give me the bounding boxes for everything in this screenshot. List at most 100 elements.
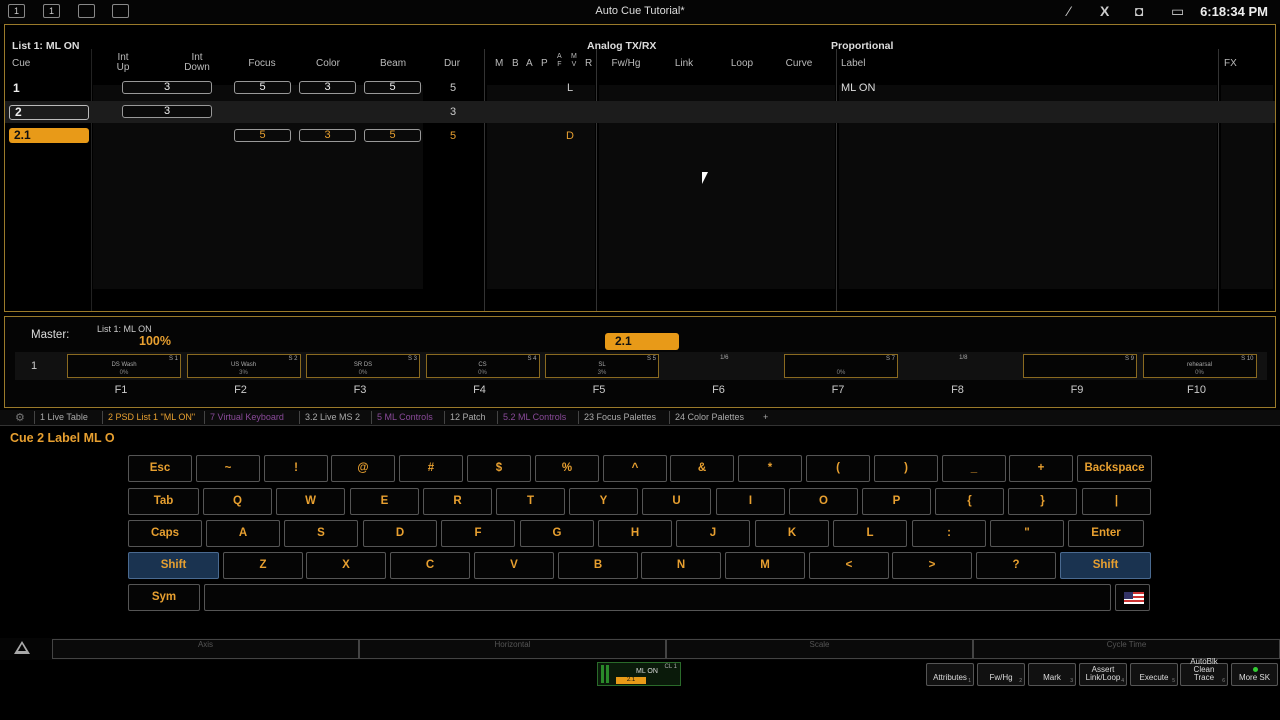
key-symbol-2[interactable]: !: [264, 455, 328, 482]
softkey-1[interactable]: Attributes 1: [926, 663, 974, 686]
fkey-5[interactable]: F5: [579, 384, 619, 396]
key-t[interactable]: T: [496, 488, 565, 515]
key-symbol-13[interactable]: +: [1009, 455, 1073, 482]
header-fwhg[interactable]: Fw/Hg: [609, 59, 643, 69]
encoder-cycle-time[interactable]: Cycle Time: [973, 639, 1280, 659]
key-symbol-11[interactable]: ": [990, 520, 1064, 547]
key-symbol-8[interactable]: &: [670, 455, 734, 482]
key-y[interactable]: Y: [569, 488, 638, 515]
key-v[interactable]: V: [474, 552, 554, 579]
tab-9[interactable]: 24 Color Palettes: [675, 412, 744, 422]
key-g[interactable]: G: [520, 520, 594, 547]
key-w[interactable]: W: [276, 488, 345, 515]
tab-3[interactable]: 7 Virtual Keyboard: [210, 412, 284, 422]
fader-6[interactable]: 1/6: [665, 354, 779, 378]
key-m[interactable]: M: [725, 552, 805, 579]
key-shift-left[interactable]: Shift: [128, 552, 219, 579]
header-dur[interactable]: Dur: [437, 59, 467, 69]
key-symbol-1[interactable]: ~: [196, 455, 260, 482]
cue-1-focus[interactable]: 5: [234, 81, 291, 94]
fader-8[interactable]: 1/8: [904, 354, 1018, 378]
cue-2-1-beam[interactable]: 5: [364, 129, 421, 142]
key-a[interactable]: A: [206, 520, 280, 547]
header-m[interactable]: M: [495, 59, 503, 69]
header-label[interactable]: Label: [841, 59, 865, 69]
key-symbol-4[interactable]: #: [399, 455, 463, 482]
header-loop[interactable]: Loop: [725, 59, 759, 69]
header-cue[interactable]: Cue: [12, 59, 30, 69]
tab-5[interactable]: 5 ML Controls: [377, 412, 433, 422]
key-h[interactable]: H: [598, 520, 672, 547]
key-r[interactable]: R: [423, 488, 492, 515]
header-int-up[interactable]: Int Up: [108, 53, 138, 73]
key-symbol-11[interactable]: {: [935, 488, 1004, 515]
tab-4[interactable]: 3.2 Live MS 2: [305, 412, 360, 422]
header-af[interactable]: AF: [557, 53, 562, 69]
cue-1-number[interactable]: 1: [13, 81, 20, 95]
key-tab[interactable]: Tab: [128, 488, 199, 515]
tab-2[interactable]: 2 PSD List 1 "ML ON": [108, 412, 195, 422]
key-k[interactable]: K: [755, 520, 829, 547]
cue-2-intensity[interactable]: 3: [122, 105, 212, 118]
key-symbol-5[interactable]: $: [467, 455, 531, 482]
key-symbol-12[interactable]: _: [942, 455, 1006, 482]
key-symbol-9[interactable]: >: [892, 552, 972, 579]
tab-6[interactable]: 12 Patch: [450, 412, 486, 422]
key-symbol-7[interactable]: ^: [603, 455, 667, 482]
gear-icon[interactable]: ⚙: [15, 411, 25, 424]
key-p[interactable]: P: [862, 488, 931, 515]
fader-9[interactable]: S 9: [1023, 354, 1137, 378]
fkey-4[interactable]: F4: [460, 384, 500, 396]
key-e[interactable]: E: [350, 488, 419, 515]
header-mv[interactable]: MV: [571, 53, 577, 69]
eos-logo-icon[interactable]: X: [1100, 3, 1109, 19]
key-symbol-10[interactable]: (: [806, 455, 870, 482]
fkey-10[interactable]: F10: [1177, 384, 1217, 396]
header-link[interactable]: Link: [667, 59, 701, 69]
key-symbol-6[interactable]: %: [535, 455, 599, 482]
key-q[interactable]: Q: [203, 488, 272, 515]
cue-1-label[interactable]: ML ON: [841, 82, 875, 94]
key-esc[interactable]: Esc: [128, 455, 192, 482]
cue-1-beam[interactable]: 5: [364, 81, 421, 94]
header-p[interactable]: P: [541, 59, 548, 69]
fkey-8[interactable]: F8: [938, 384, 978, 396]
command-line[interactable]: Cue 2 Label ML O: [10, 431, 115, 445]
key-shift-right[interactable]: Shift: [1060, 552, 1151, 579]
fkey-6[interactable]: F6: [699, 384, 739, 396]
key-symbol-8[interactable]: <: [809, 552, 889, 579]
cue-1-intensity[interactable]: 3: [122, 81, 212, 94]
fader-3[interactable]: SR DS 0% S 3: [306, 354, 420, 378]
softkey-4[interactable]: Assert Link/Loop 4: [1079, 663, 1127, 686]
key-i[interactable]: I: [716, 488, 785, 515]
key-o[interactable]: O: [789, 488, 858, 515]
fkey-1[interactable]: F1: [101, 384, 141, 396]
cue-1-duration[interactable]: 5: [443, 82, 463, 94]
header-fx[interactable]: FX: [1224, 59, 1237, 69]
header-r[interactable]: R: [585, 59, 592, 69]
cue-2-1-color[interactable]: 3: [299, 129, 356, 142]
cue-2-1-number-selected[interactable]: 2.1: [9, 128, 89, 143]
header-focus[interactable]: Focus: [242, 59, 282, 69]
keyboard-text-field[interactable]: [204, 584, 1111, 611]
softkey-2[interactable]: Fw/Hg 2: [977, 663, 1025, 686]
browser-icon[interactable]: ▭: [1171, 3, 1184, 20]
fkey-2[interactable]: F2: [221, 384, 261, 396]
cue-2-number[interactable]: 2: [9, 105, 89, 120]
key-d[interactable]: D: [363, 520, 437, 547]
key-symbol-11[interactable]: ): [874, 455, 938, 482]
key-u[interactable]: U: [642, 488, 711, 515]
key-symbol-13[interactable]: |: [1082, 488, 1151, 515]
softkey-3[interactable]: Mark 3: [1028, 663, 1076, 686]
fader-7[interactable]: 0% S 7: [784, 354, 898, 378]
tab-8[interactable]: 23 Focus Palettes: [584, 412, 656, 422]
key-caps[interactable]: Caps: [128, 520, 202, 547]
key-x[interactable]: X: [306, 552, 386, 579]
header-int-down[interactable]: Int Down: [180, 53, 214, 73]
encoder-axis[interactable]: Axis: [52, 639, 359, 659]
tab-7[interactable]: 5.2 ML Controls: [503, 412, 566, 422]
fader-5[interactable]: SL 3% S 5: [545, 354, 659, 378]
cue-2-1-focus[interactable]: 5: [234, 129, 291, 142]
camera-icon[interactable]: ◘: [1135, 3, 1143, 19]
encoder-horizontal[interactable]: Horizontal: [359, 639, 666, 659]
